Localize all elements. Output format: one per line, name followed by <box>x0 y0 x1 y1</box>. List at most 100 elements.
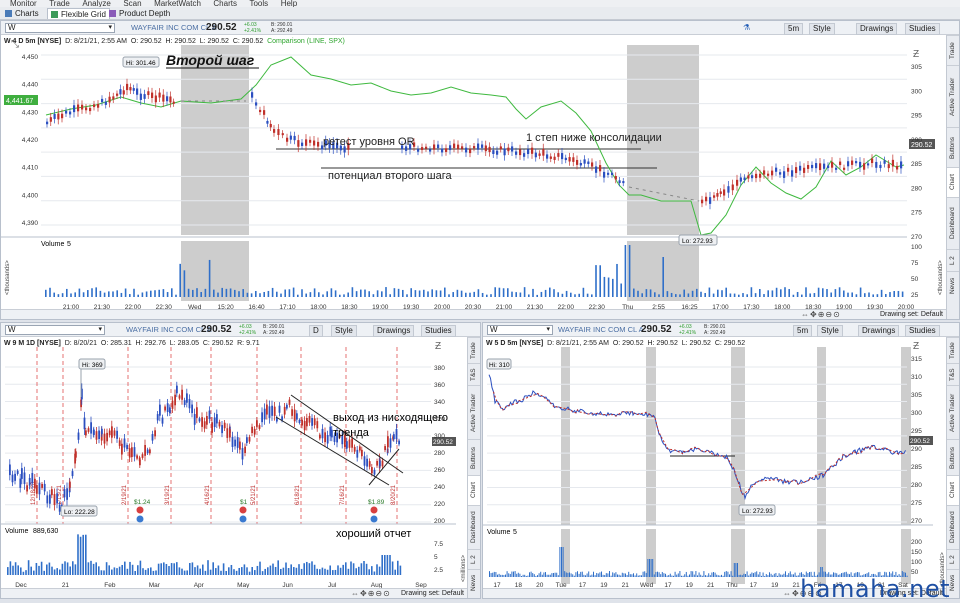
side-tab-dashboard[interactable]: Dashboard <box>947 505 959 549</box>
volume-bar <box>79 536 82 575</box>
volume-bar <box>99 290 102 297</box>
menu-monitor[interactable]: Monitor <box>10 0 37 7</box>
top-chart-canvas[interactable]: Второй шаг ретест уровня OR 1 степ ниже … <box>1 35 947 311</box>
studies-button[interactable]: Studies <box>905 23 940 35</box>
side-tab-chart[interactable]: Chart <box>468 475 480 505</box>
volume-bar <box>423 289 425 297</box>
candle <box>77 432 80 440</box>
zoom-icon[interactable]: ⤡ <box>11 39 19 50</box>
drawings-button[interactable]: Drawings <box>858 325 900 337</box>
chart-nav-tools[interactable]: ⇔✥⊕⊖⊙ <box>351 589 391 598</box>
side-tab-buttons[interactable]: Buttons <box>947 127 959 167</box>
candle <box>28 477 31 486</box>
volume-bar <box>591 294 593 297</box>
candle <box>14 473 16 481</box>
volume-bar <box>532 573 534 577</box>
side-tab-dashboard[interactable]: Dashboard <box>468 505 480 549</box>
drawing-set[interactable]: Drawing set: Default <box>401 589 464 598</box>
side-tab-ts[interactable]: T&S <box>468 363 480 385</box>
symbol-input[interactable]: W ▾ <box>5 23 115 33</box>
volume-bar <box>709 575 711 577</box>
symbol-input[interactable]: W ▾ <box>487 325 553 335</box>
symbol-input[interactable]: W ▾ <box>5 325 105 335</box>
side-tab-trade[interactable]: Trade <box>947 35 959 65</box>
studies-button[interactable]: Studies <box>421 325 456 337</box>
tab-product-depth-label: Product Depth <box>119 9 171 18</box>
volume-bar <box>165 563 168 575</box>
candle <box>799 165 802 171</box>
volume-bar <box>175 294 177 297</box>
volume-bar <box>397 288 400 297</box>
studies-button[interactable]: Studies <box>905 325 940 337</box>
side-tab-trade[interactable]: Trade <box>468 337 480 363</box>
menu-marketwatch[interactable]: MarketWatch <box>154 0 201 7</box>
last-price: 290.52 <box>206 22 237 33</box>
br-chart-canvas[interactable]: Hi: 310 Lo: 272.93 290.52 Volume 5 315 31… <box>483 337 947 590</box>
bl-chart-canvas[interactable]: 12/18/20 1/15/21 2/19/21 3/19/21 4/16/21 5/21… <box>1 337 468 590</box>
side-tab-l2[interactable]: L 2 <box>468 549 480 569</box>
volume-bar <box>87 562 90 575</box>
drawing-tool-icon[interactable]: Ƶ <box>913 49 919 60</box>
side-tab-ts[interactable]: T&S <box>947 363 959 385</box>
style-button[interactable]: Style <box>817 325 843 337</box>
menu-help[interactable]: Help <box>281 0 297 7</box>
chart-nav-tools[interactable]: ⇔✥⊕⊖⊙ <box>801 310 841 319</box>
volume-bar <box>280 568 282 575</box>
drawing-tool-icon[interactable]: Ƶ <box>913 341 919 352</box>
volume-bar <box>251 567 253 575</box>
side-tab-buttons[interactable]: Buttons <box>947 439 959 475</box>
tab-flexible-grid[interactable]: Flexible Grid <box>47 8 110 19</box>
earnings-marker[interactable]: $1.89 <box>368 499 385 523</box>
side-tab-dashboard[interactable]: Dashboard <box>947 197 959 249</box>
menu-trade[interactable]: Trade <box>49 0 70 7</box>
volume-bar <box>134 570 136 575</box>
side-tab-active-trader[interactable]: Active Trader <box>947 385 959 439</box>
drawing-tool-icon[interactable]: Ƶ <box>435 341 441 352</box>
flask-icon[interactable]: ⚗ <box>740 23 753 33</box>
timeframe-button[interactable]: D <box>309 325 323 337</box>
candle <box>843 167 846 170</box>
volume-bar <box>355 568 357 575</box>
timeframe-button[interactable]: 5m <box>784 23 804 35</box>
menu-scan[interactable]: Scan <box>123 0 141 7</box>
candle <box>159 404 161 416</box>
volume-bar <box>142 568 144 575</box>
timeframe-button[interactable]: 5m <box>793 325 813 337</box>
earnings-marker[interactable]: $1.24 <box>134 499 151 523</box>
candle <box>75 451 77 458</box>
drawings-button[interactable]: Drawings <box>373 325 415 337</box>
volume-bar <box>519 573 521 577</box>
side-tab-buttons[interactable]: Buttons <box>468 439 480 475</box>
side-tab-l2[interactable]: L 2 <box>947 549 959 569</box>
side-tab-chart[interactable]: Chart <box>947 475 959 505</box>
volume-bar <box>545 572 546 577</box>
volume-bar <box>599 572 601 577</box>
left-axis-tick: 4,390 <box>22 220 39 227</box>
style-button[interactable]: Style <box>809 23 835 35</box>
earnings-marker[interactable]: $1 <box>239 499 248 523</box>
candle <box>519 149 522 156</box>
menu-analyze[interactable]: Analyze <box>82 0 110 7</box>
volume-bar <box>319 569 321 575</box>
side-tab-news[interactable]: News <box>947 271 959 299</box>
volume-bar <box>609 571 610 577</box>
side-tab-chart[interactable]: Chart <box>947 167 959 197</box>
style-button[interactable]: Style <box>331 325 357 337</box>
volume-bar <box>551 573 553 577</box>
side-tab-active-trader[interactable]: Active Trader <box>947 65 959 127</box>
tab-charts[interactable]: Charts <box>2 8 42 19</box>
main-menu: Monitor Trade Analyze Scan MarketWatch C… <box>0 0 960 7</box>
menu-charts[interactable]: Charts <box>213 0 237 7</box>
side-tab-trade[interactable]: Trade <box>947 337 959 363</box>
menu-tools[interactable]: Tools <box>249 0 268 7</box>
tab-product-depth[interactable]: Product Depth <box>106 8 173 19</box>
volume-bar <box>813 293 816 297</box>
drawing-set[interactable]: Drawing set: Default <box>880 310 943 319</box>
side-tab-l2[interactable]: L 2 <box>947 249 959 271</box>
volume-bar <box>64 561 66 575</box>
candle <box>564 157 567 161</box>
side-tab-active-trader[interactable]: Active Trader <box>468 385 480 439</box>
side-tab-news[interactable]: News <box>468 569 480 595</box>
volume-bar <box>202 564 204 575</box>
drawings-button[interactable]: Drawings <box>856 23 898 35</box>
